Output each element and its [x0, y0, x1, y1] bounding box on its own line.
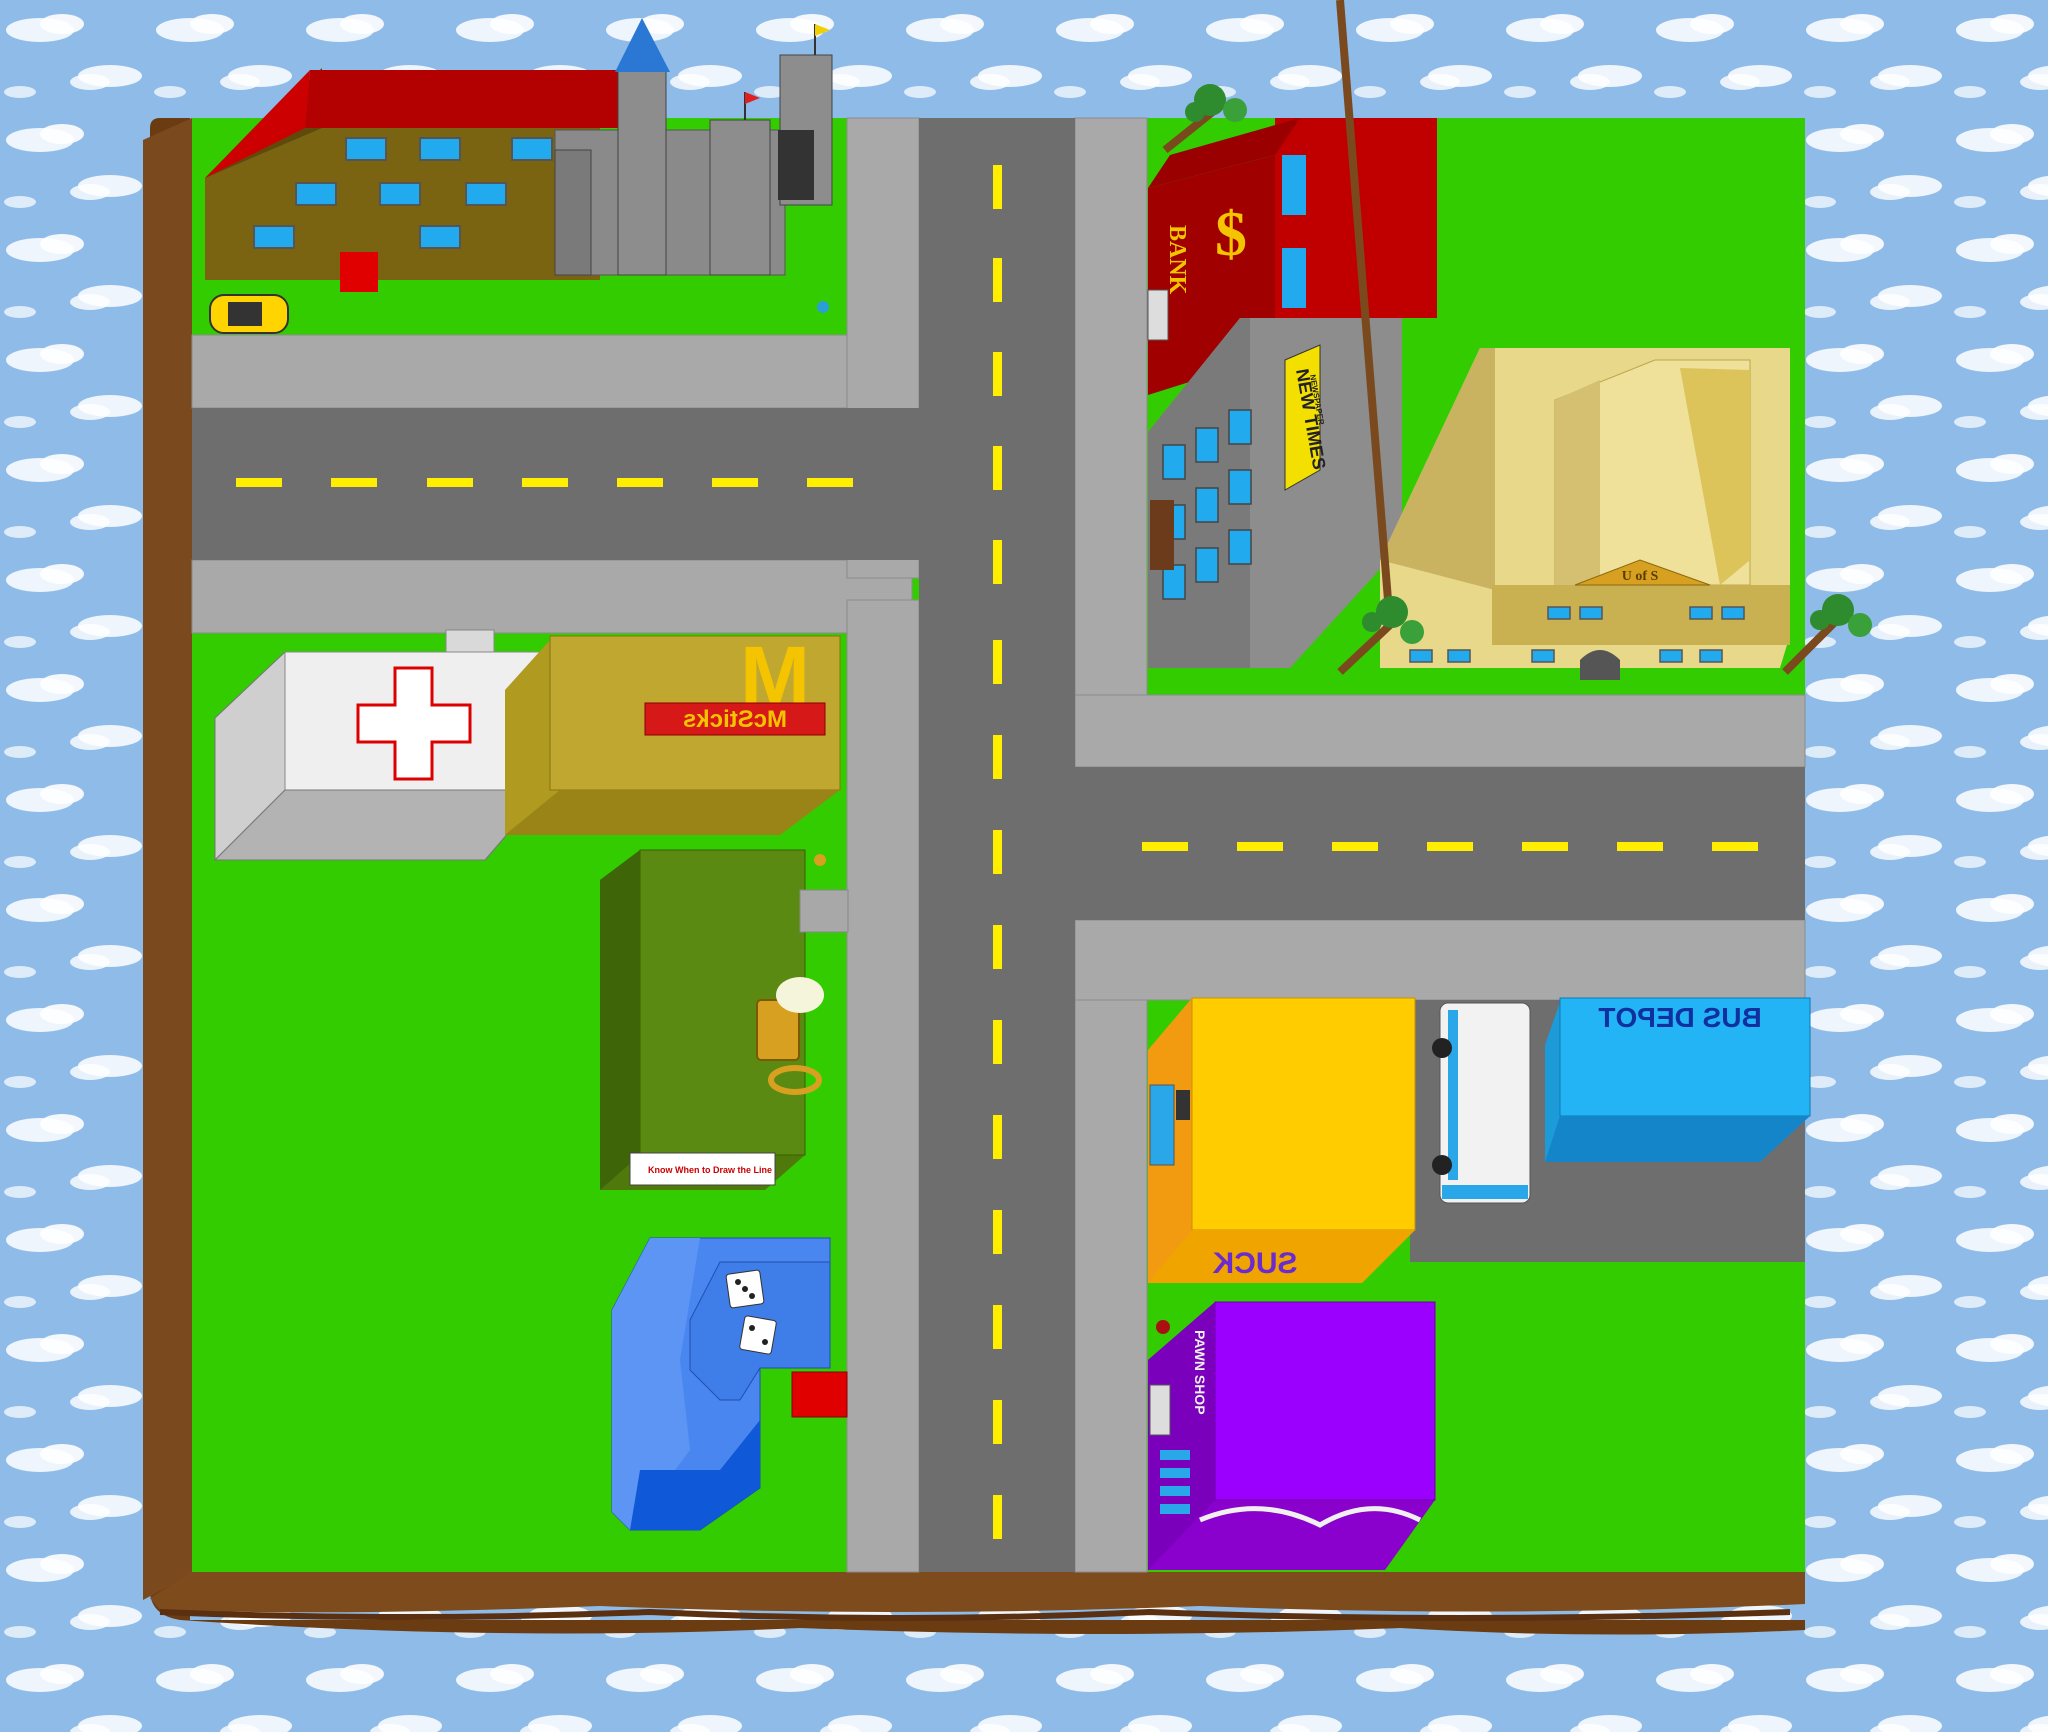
pedestrian-icon [1156, 1320, 1170, 1334]
bus-depot-sign: BUS DEPOT [1598, 1002, 1761, 1033]
bank-dollar-icon: $ [1215, 198, 1247, 269]
pawn-shop-building[interactable]: PAWN SHOP [1148, 1301, 1436, 1570]
bar-banner: Know When to Draw the Line [648, 1165, 772, 1175]
pedestrian-icon [817, 301, 829, 313]
pawn-shop-sign: PAWN SHOP [1192, 1330, 1208, 1415]
game-map: BANK $ NEW TIMES NEWSPAPER U of S M McSt… [0, 0, 2048, 1732]
shop-building[interactable]: SUCK [1148, 997, 1416, 1283]
bus-depot-building[interactable]: BUS DEPOT [1545, 997, 1811, 1162]
shop-graffiti: SUCK [1212, 1247, 1297, 1280]
bus[interactable] [1432, 1002, 1531, 1204]
pedestrian-icon [814, 854, 826, 866]
school-door-awning-icon [340, 252, 378, 292]
mcsticks-restaurant[interactable]: M McSticks [505, 629, 841, 835]
university-sign: U of S [1622, 569, 1659, 584]
castle-gate-icon [778, 130, 814, 200]
taxi[interactable] [209, 294, 289, 334]
bank-sign: BANK [1164, 225, 1190, 295]
mcsticks-sign: McSticks [683, 706, 787, 733]
